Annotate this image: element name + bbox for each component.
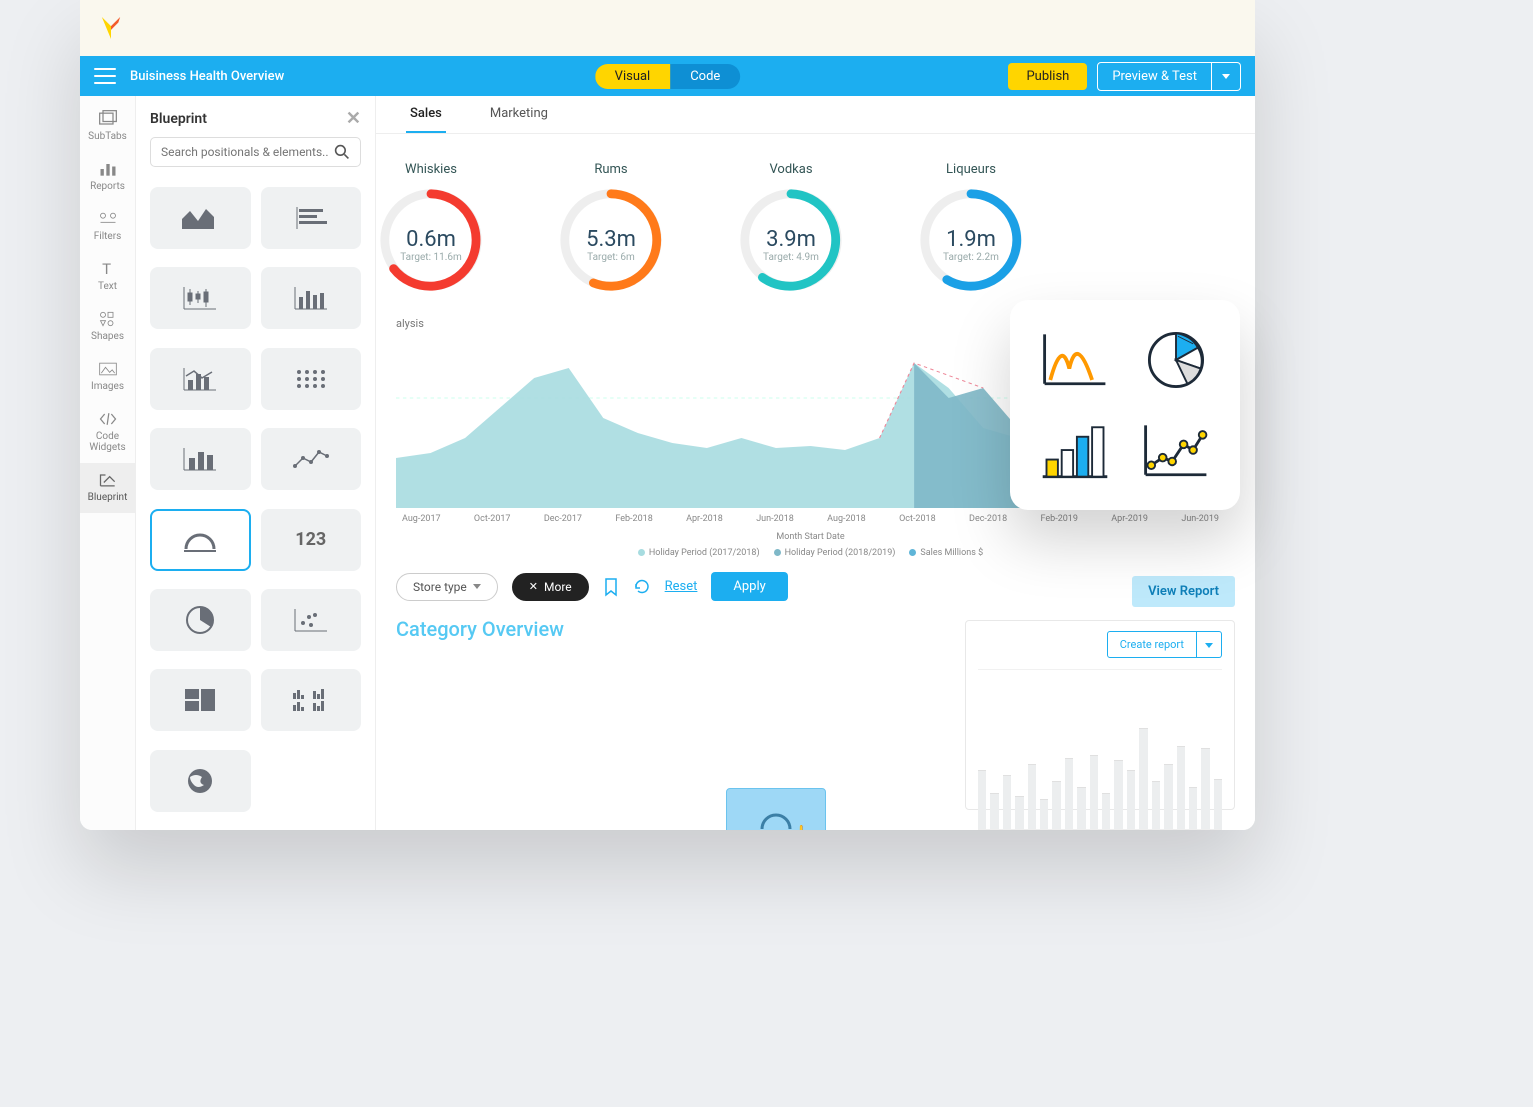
toggle-code[interactable]: Code: [670, 64, 740, 89]
reset-link[interactable]: Reset: [665, 579, 698, 594]
bookmark-icon[interactable]: [603, 577, 619, 597]
distribution-chart-icon: [1037, 325, 1113, 395]
more-button[interactable]: ✕More: [512, 573, 589, 601]
search-icon[interactable]: [334, 144, 350, 160]
element-treemap[interactable]: [150, 669, 251, 731]
chart-legend: Holiday Period (2017/2018) Holiday Perio…: [396, 548, 1225, 558]
rail-label: Code Widgets: [80, 431, 135, 453]
x-axis-title: Month Start Date: [396, 532, 1225, 542]
gauge-rums: Rums 5.3m Target: 6m: [536, 162, 686, 293]
mini-report: Create report: [965, 620, 1235, 810]
element-bars3[interactable]: [150, 428, 251, 490]
cursor-icon: 👆: [793, 824, 813, 830]
view-report-button[interactable]: View Report: [1132, 576, 1235, 607]
refresh-icon[interactable]: [633, 578, 651, 596]
element-number[interactable]: 123: [261, 509, 362, 571]
element-hbar-chart[interactable]: [261, 187, 362, 249]
rail-text[interactable]: T Text: [80, 252, 135, 302]
gauge-target: Target: 2.2m: [943, 252, 999, 263]
drag-preview: 👆: [726, 788, 826, 830]
number-label: 123: [295, 529, 326, 550]
gauge-target: Target: 6m: [587, 252, 635, 263]
gauge-label: Whiskies: [405, 162, 457, 177]
element-pie[interactable]: [150, 589, 251, 651]
line-chart-icon: [1138, 416, 1214, 486]
tab-marketing[interactable]: Marketing: [486, 106, 552, 133]
gauge-target: Target: 11.6m: [400, 252, 462, 263]
element-area-chart[interactable]: [150, 187, 251, 249]
gauge-label: Liqueurs: [946, 162, 996, 177]
create-report-button[interactable]: Create report: [1107, 631, 1197, 658]
store-type-dropdown[interactable]: Store type: [396, 573, 498, 601]
rail-label: Filters: [94, 231, 122, 242]
gauge-label: Rums: [594, 162, 627, 177]
pie-chart-icon: [1138, 325, 1214, 395]
blueprint-panel: Blueprint ✕ 123: [136, 96, 376, 830]
gauge-value: 5.3m: [586, 227, 636, 252]
gauge-target: Target: 4.9m: [763, 252, 819, 263]
rail-label: Blueprint: [88, 492, 128, 503]
svg-text:T: T: [102, 260, 111, 278]
page-title: Buisiness Health Overview: [130, 69, 284, 84]
element-scatter[interactable]: [261, 589, 362, 651]
publish-button[interactable]: Publish: [1008, 63, 1087, 90]
search-input[interactable]: [161, 145, 328, 159]
left-rail: SubTabs Reports Filters T Text Shapes Im…: [80, 96, 136, 830]
element-dot-matrix[interactable]: [261, 348, 362, 410]
element-small-multiples[interactable]: [261, 669, 362, 731]
mini-bar-chart: [978, 710, 1222, 830]
brand-logo-icon: [100, 15, 122, 41]
rail-images[interactable]: Images: [80, 352, 135, 402]
gauge-vodkas: Vodkas 3.9m Target: 4.9m: [716, 162, 866, 293]
rail-blueprint[interactable]: Blueprint: [80, 463, 135, 513]
element-column-trend[interactable]: [150, 348, 251, 410]
create-report-dropdown[interactable]: [1197, 631, 1222, 658]
tab-sales[interactable]: Sales: [406, 106, 446, 133]
x-axis-labels: Aug-2017Oct-2017Dec-2017 Feb-2018Apr-201…: [396, 512, 1225, 524]
rail-label: Shapes: [91, 331, 124, 342]
toggle-visual[interactable]: Visual: [595, 64, 671, 89]
view-toggle: Visual Code: [595, 64, 741, 89]
rail-label: Text: [98, 281, 117, 292]
close-icon[interactable]: ✕: [346, 108, 361, 129]
rail-code-widgets[interactable]: Code Widgets: [80, 402, 135, 463]
panel-title: Blueprint: [150, 111, 207, 127]
gauge-value: 3.9m: [766, 227, 816, 252]
rail-subtabs[interactable]: SubTabs: [80, 102, 135, 152]
bar-chart-icon: [1037, 416, 1113, 486]
gauge-value: 0.6m: [406, 227, 456, 252]
preview-button[interactable]: Preview & Test: [1097, 62, 1212, 91]
rail-reports[interactable]: Reports: [80, 152, 135, 202]
gauge-label: Vodkas: [769, 162, 812, 177]
element-globe[interactable]: [150, 750, 251, 812]
gauge-value: 1.9m: [946, 227, 996, 252]
rail-label: Images: [91, 381, 124, 392]
rail-label: SubTabs: [88, 131, 127, 142]
rail-label: Reports: [90, 181, 125, 192]
gauge-whiskies: Whiskies 0.6m Target: 11.6m: [376, 162, 506, 293]
gauge-liqueurs: Liqueurs 1.9m Target: 2.2m: [896, 162, 1046, 293]
menu-icon[interactable]: [94, 68, 116, 84]
rail-shapes[interactable]: Shapes: [80, 302, 135, 352]
preview-dropdown[interactable]: [1212, 62, 1241, 91]
element-gauge[interactable]: [150, 509, 251, 571]
element-candlestick[interactable]: [150, 267, 251, 329]
element-column-chart[interactable]: [261, 267, 362, 329]
rail-filters[interactable]: Filters: [80, 202, 135, 252]
chart-palette-popup: [1010, 300, 1240, 510]
element-line-chart[interactable]: [261, 428, 362, 490]
apply-button[interactable]: Apply: [711, 572, 787, 601]
